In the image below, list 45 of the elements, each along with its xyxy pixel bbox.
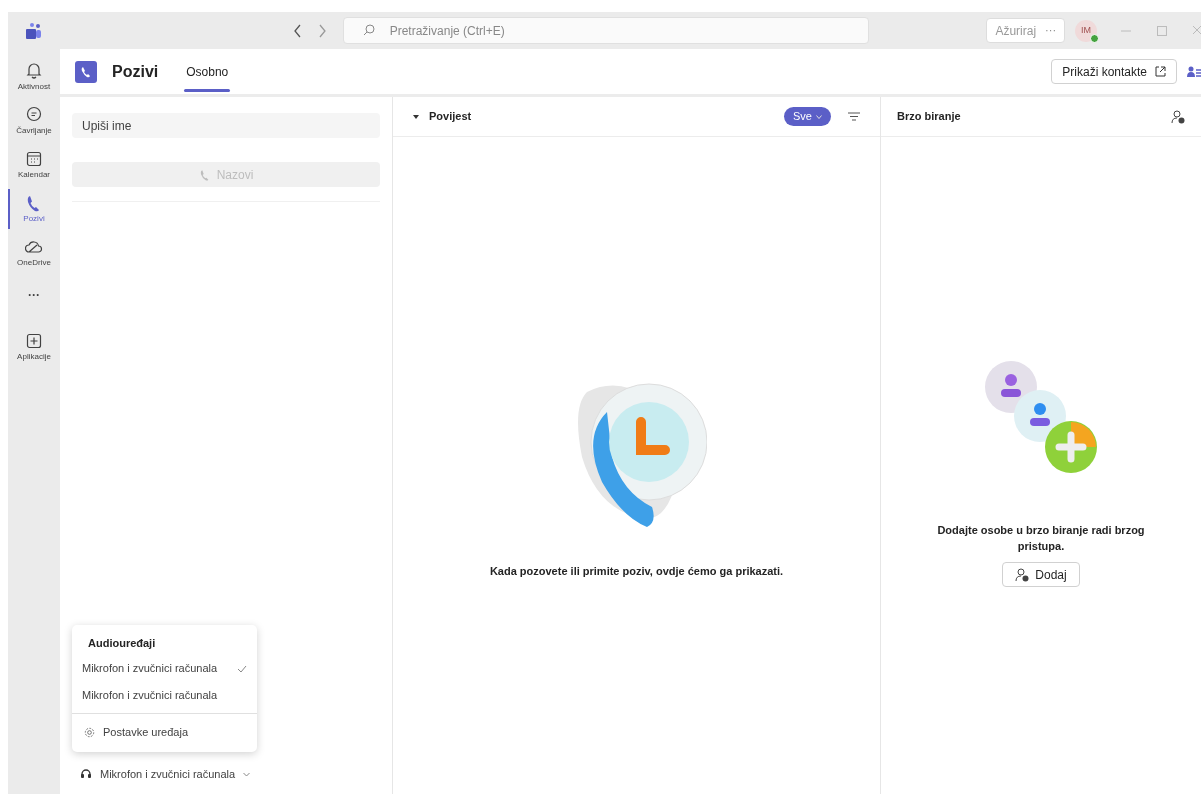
app-logo-icon	[24, 21, 43, 40]
add-button[interactable]: Dodaj	[1002, 562, 1080, 587]
chevron-down-icon	[243, 771, 251, 777]
people-icon[interactable]	[1187, 65, 1201, 78]
external-link-icon	[1155, 66, 1166, 77]
rail-item[interactable]: Pozivi	[8, 187, 60, 231]
rail-item[interactable]: ···	[8, 275, 60, 315]
bell-icon	[25, 61, 43, 80]
page-title: Pozivi	[112, 61, 159, 82]
rail-item[interactable]: OneDrive	[8, 231, 60, 275]
add-person-icon	[1015, 567, 1030, 582]
empty-state-message: Dodajte osobe u brzo biranje radi brzog pristupa.	[936, 523, 1146, 554]
search-icon	[362, 24, 375, 36]
rail-item[interactable]: Kalendar	[8, 143, 60, 187]
empty-state-message: Kada pozovete ili primite poziv, ovdje ćemo ga prikazati.	[489, 564, 784, 579]
add-app-icon	[25, 331, 43, 350]
filter-icon[interactable]	[848, 112, 860, 121]
settings-icon	[84, 726, 95, 738]
chat-icon	[25, 105, 43, 124]
avatar[interactable]: IM	[1075, 19, 1098, 42]
audio-device-selector[interactable]: Mikrofon i zvučnici računala	[72, 762, 380, 786]
device-settings-item[interactable]: Postavke uređaja	[72, 718, 257, 746]
rail-item[interactable]: Čavrljanje	[8, 99, 60, 143]
status-available-icon	[1090, 33, 1100, 43]
calendar-icon	[25, 149, 43, 168]
chevron-down-icon	[816, 114, 822, 119]
back-icon[interactable]	[292, 23, 303, 38]
phone-icon	[198, 168, 211, 181]
more-button[interactable]: ···	[1045, 22, 1057, 39]
section-title: Brzo biranje	[897, 109, 961, 125]
tab[interactable]: Osobno	[180, 49, 235, 94]
add-person-icon[interactable]	[1171, 109, 1185, 124]
show-contacts-button[interactable]: Prikaži kontakte	[1051, 59, 1177, 84]
search-field[interactable]: Pretraživanje (Ctrl+E)	[342, 17, 870, 44]
headset-icon	[80, 768, 92, 780]
device-menu-item[interactable]: Mikrofon i zvučnici računala	[72, 682, 257, 709]
rail-item[interactable]: Aplikacije	[8, 325, 60, 369]
menu-heading: Audiouređaji	[87, 635, 157, 651]
name-field[interactable]: Upiši ime	[72, 113, 380, 138]
device-menu-item[interactable]: Mikrofon i zvučnici računala	[72, 655, 257, 682]
filter-dropdown[interactable]: Sve	[784, 107, 831, 126]
rail-item[interactable]: Aktivnost	[8, 55, 60, 99]
phone-app-icon	[75, 60, 97, 83]
collapse-caret-icon[interactable]	[413, 114, 419, 119]
section-title: Povijest	[429, 109, 472, 125]
